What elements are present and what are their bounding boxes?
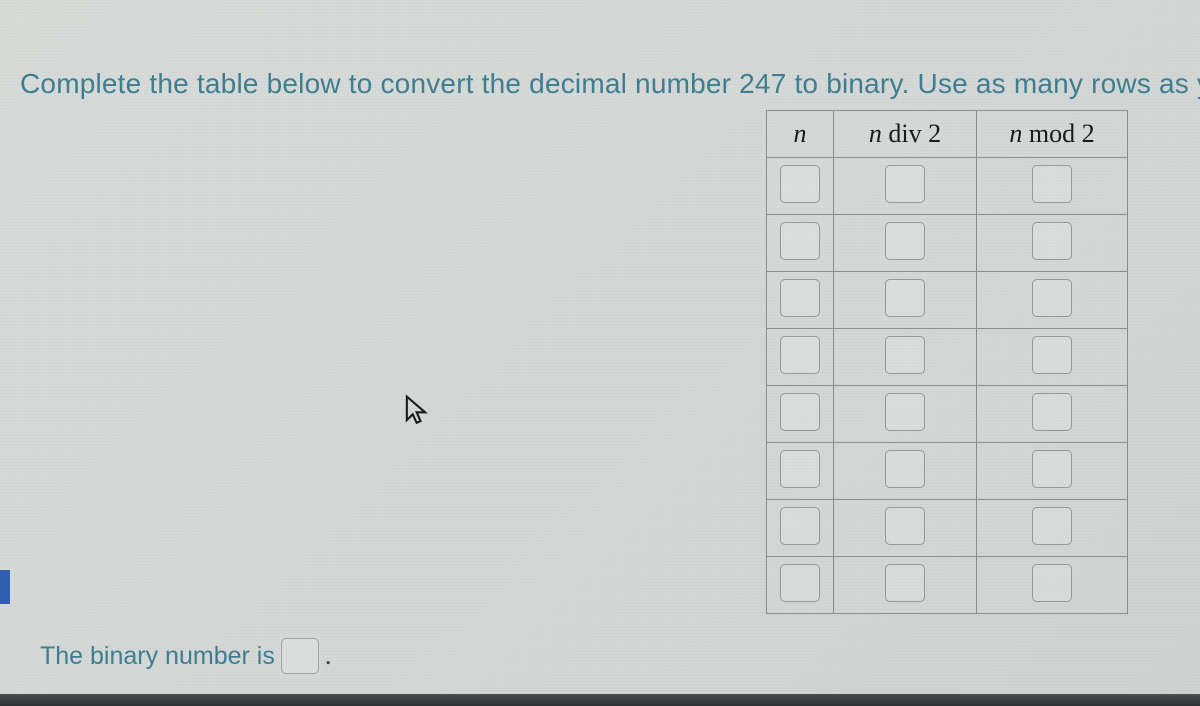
cell-n xyxy=(767,386,834,443)
cell-mod xyxy=(977,557,1128,614)
div-input[interactable] xyxy=(885,507,925,545)
cell-n xyxy=(767,158,834,215)
mod-input[interactable] xyxy=(1032,336,1072,374)
cell-mod xyxy=(977,329,1128,386)
mod-input[interactable] xyxy=(1032,279,1072,317)
question-prompt: Complete the table below to convert the … xyxy=(20,68,1200,100)
cell-mod xyxy=(977,443,1128,500)
answer-input[interactable] xyxy=(281,638,319,674)
mod-input[interactable] xyxy=(1032,564,1072,602)
left-progress-marker xyxy=(0,570,10,604)
cell-mod xyxy=(977,386,1128,443)
answer-suffix: . xyxy=(325,641,332,671)
cell-div xyxy=(834,386,977,443)
cell-div xyxy=(834,329,977,386)
div-input[interactable] xyxy=(885,279,925,317)
n-input[interactable] xyxy=(780,336,820,374)
table-row xyxy=(767,557,1128,614)
table-row xyxy=(767,158,1128,215)
cell-div xyxy=(834,158,977,215)
table-row xyxy=(767,386,1128,443)
cursor-icon xyxy=(402,394,430,428)
cell-mod xyxy=(977,272,1128,329)
n-input[interactable] xyxy=(780,165,820,203)
n-input[interactable] xyxy=(780,393,820,431)
table-row xyxy=(767,329,1128,386)
cell-div xyxy=(834,443,977,500)
cell-n xyxy=(767,443,834,500)
answer-prefix: The binary number is xyxy=(40,642,275,671)
n-input[interactable] xyxy=(780,279,820,317)
mod-input[interactable] xyxy=(1032,450,1072,488)
div-input[interactable] xyxy=(885,393,925,431)
cell-n xyxy=(767,329,834,386)
cell-n xyxy=(767,215,834,272)
mod-input[interactable] xyxy=(1032,393,1072,431)
table-row xyxy=(767,443,1128,500)
cell-n xyxy=(767,500,834,557)
div-input[interactable] xyxy=(885,450,925,488)
n-input[interactable] xyxy=(780,564,820,602)
cell-mod xyxy=(977,158,1128,215)
mod-input[interactable] xyxy=(1032,165,1072,203)
cell-div xyxy=(834,215,977,272)
n-input[interactable] xyxy=(780,507,820,545)
div-input[interactable] xyxy=(885,165,925,203)
mod-input[interactable] xyxy=(1032,222,1072,260)
cell-div xyxy=(834,272,977,329)
cell-mod xyxy=(977,215,1128,272)
div-input[interactable] xyxy=(885,564,925,602)
conversion-table: n n div 2 n mod 2 xyxy=(766,110,1128,614)
n-input[interactable] xyxy=(780,450,820,488)
answer-line: The binary number is . xyxy=(40,638,331,674)
cell-div xyxy=(834,500,977,557)
table-row xyxy=(767,500,1128,557)
cell-n xyxy=(767,557,834,614)
cell-mod xyxy=(977,500,1128,557)
div-input[interactable] xyxy=(885,336,925,374)
screen-bezel xyxy=(0,694,1200,706)
mod-input[interactable] xyxy=(1032,507,1072,545)
header-div: n div 2 xyxy=(834,111,977,158)
header-n: n xyxy=(767,111,834,158)
table-row xyxy=(767,215,1128,272)
div-input[interactable] xyxy=(885,222,925,260)
cell-div xyxy=(834,557,977,614)
header-mod: n mod 2 xyxy=(977,111,1128,158)
n-input[interactable] xyxy=(780,222,820,260)
table-row xyxy=(767,272,1128,329)
cell-n xyxy=(767,272,834,329)
